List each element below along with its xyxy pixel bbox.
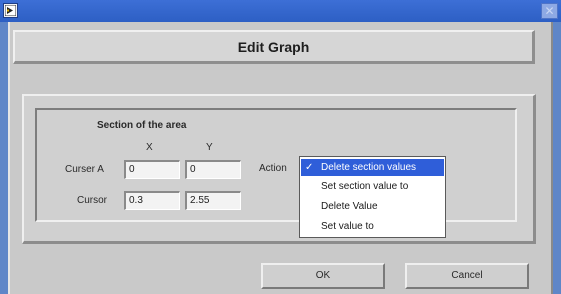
close-icon[interactable]: ✕ bbox=[541, 3, 558, 19]
cancel-button[interactable]: Cancel bbox=[405, 263, 529, 289]
dropdown-option-label: Set section value to bbox=[321, 181, 409, 192]
dropdown-option-delete-value[interactable]: Delete Value bbox=[301, 198, 444, 215]
curser-a-y-field[interactable]: 0 bbox=[185, 160, 241, 179]
column-header-y: Y bbox=[206, 142, 213, 153]
page-title: Edit Graph bbox=[237, 39, 310, 55]
cursor-y-field[interactable]: 2.55 bbox=[185, 191, 241, 210]
curser-a-x-field[interactable]: 0 bbox=[124, 160, 180, 179]
dropdown-option-set-section-value-to[interactable]: Set section value to bbox=[301, 178, 444, 195]
dropdown-option-label: Delete Value bbox=[321, 201, 378, 212]
cursor-x-field[interactable]: 0.3 bbox=[124, 191, 180, 210]
row-label-cursor: Cursor bbox=[77, 195, 108, 206]
title-bar[interactable]: ✕ bbox=[0, 0, 561, 22]
check-icon: ✓ bbox=[305, 162, 314, 173]
section-title: Section of the area bbox=[97, 120, 187, 131]
dropdown-option-set-value-to[interactable]: Set value to bbox=[301, 218, 444, 235]
dropdown-option-delete-section-values[interactable]: ✓ Delete section values bbox=[301, 159, 444, 176]
header-panel: Edit Graph bbox=[13, 30, 535, 64]
row-label-curser-a: Curser A bbox=[65, 164, 104, 175]
dropdown-option-label: Delete section values bbox=[321, 162, 417, 173]
action-label: Action bbox=[259, 163, 287, 174]
ok-button[interactable]: OK bbox=[261, 263, 385, 289]
app-icon[interactable] bbox=[3, 3, 18, 18]
action-dropdown-list[interactable]: ✓ Delete section values Set section valu… bbox=[299, 156, 446, 238]
dropdown-option-label: Set value to bbox=[321, 221, 374, 232]
column-header-x: X bbox=[146, 142, 153, 153]
